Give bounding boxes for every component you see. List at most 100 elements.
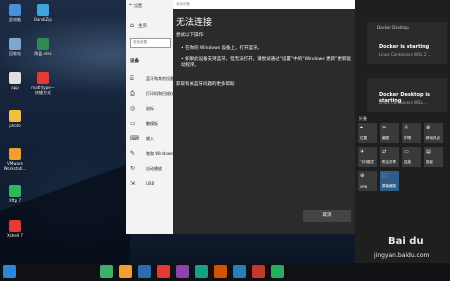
pen-icon: ✎: [130, 150, 136, 157]
quick-action-icon: ✈: [360, 149, 365, 155]
watermark-logo: Bai du: [388, 236, 424, 247]
desktop-app-icon: [9, 72, 21, 84]
taskbar-app-icon[interactable]: [195, 265, 208, 278]
usb-icon: ⇲: [130, 180, 136, 187]
dialog-bullet-1: • 在你的 Windows 设备上，打开蓝牙。: [181, 46, 263, 51]
keyboard-icon: ⌨: [130, 135, 139, 142]
quick-action-tile[interactable]: ✂ 截图: [380, 123, 399, 143]
desktop-app-icon: [9, 185, 21, 197]
desktop-app-icon: [9, 38, 21, 50]
desktop-icon[interactable]: photo: [2, 110, 28, 128]
sidebar-item-label: 触摸板: [146, 121, 158, 126]
quick-action-tile[interactable]: ▭ 连接: [402, 147, 421, 167]
taskbar-app-icon[interactable]: [214, 265, 227, 278]
quick-action-icon: ⌖: [360, 125, 363, 131]
sidebar-item[interactable]: ▭ 触摸板: [129, 119, 173, 129]
quick-action-tile[interactable]: ⊛ 移动热点: [424, 123, 443, 143]
quick-action-label: 附近共享: [382, 160, 396, 164]
sidebar-item-label: 鼠标: [146, 106, 154, 111]
home-icon[interactable]: ⌂: [130, 22, 134, 29]
taskbar-app-icon[interactable]: [17, 265, 30, 278]
sidebar-item[interactable]: ⇲ USB: [129, 179, 173, 189]
desktop-icon[interactable]: app: [2, 72, 28, 90]
desktop-icon[interactable]: mathtype一快捷方式: [30, 72, 56, 95]
touchpad-icon: ▭: [130, 120, 136, 127]
desktop-icon[interactable]: VMware Workstati...: [2, 148, 28, 171]
desktop-icon[interactable]: 回收站: [2, 38, 28, 56]
help-link[interactable]: 获取有关蓝牙问题的更多帮助: [176, 81, 235, 87]
cannot-connect-dialog: 添加设备 无法连接 尝试以下操作: • 在你的 Windows 设备上，打开蓝牙…: [173, 0, 355, 234]
notification-card[interactable]: Docker Desktop is starting Linux Contain…: [367, 78, 447, 112]
desktop-icon[interactable]: Xshell 7: [2, 220, 28, 238]
desktop-icon[interactable]: 陈盈.xlsx: [30, 38, 56, 56]
taskbar-app-icon[interactable]: [157, 265, 170, 278]
watermark-url: jingyan.baidu.com: [374, 252, 430, 259]
taskbar-app-icon[interactable]: [138, 265, 151, 278]
settings-search-input[interactable]: 查找设置: [130, 38, 171, 48]
back-arrow-icon[interactable]: ←: [129, 2, 133, 8]
quick-action-tile[interactable]: ⬚ 屏幕截图: [380, 171, 399, 191]
sidebar-item[interactable]: ⎙ 打印机和扫描仪: [129, 89, 174, 99]
desktop-icon-label: mathtype一快捷方式: [31, 85, 55, 95]
quick-action-icon: ⬚: [382, 173, 387, 179]
taskbar-app-icon[interactable]: [31, 265, 44, 278]
desktop-icon-label: BandiZip: [34, 17, 52, 22]
quick-action-label: 屏幕截图: [382, 184, 396, 188]
section-heading: 设备: [130, 59, 139, 64]
quick-action-label: 移动热点: [426, 136, 440, 140]
notification-card[interactable]: Docker Desktop Docker is starting Linux …: [367, 22, 447, 64]
taskbar-app-icon[interactable]: [252, 265, 265, 278]
quick-action-tile[interactable]: ▤ 投影: [424, 147, 443, 167]
desktop-app-icon: [9, 220, 21, 232]
quick-action-tile[interactable]: ⌖ 位置: [358, 123, 377, 143]
sidebar-item-label: 自动播放: [146, 166, 162, 171]
desktop-icon[interactable]: Xftp 7: [2, 185, 28, 203]
quick-action-label: VPN: [360, 185, 368, 189]
dialog-title: 无法连接: [176, 18, 213, 28]
quick-action-icon: ⇄: [382, 149, 387, 155]
sidebar-item[interactable]: ↻ 自动播放: [129, 164, 173, 174]
sidebar-item[interactable]: ⌨ 输入: [129, 134, 173, 144]
quick-action-label: 飞行模式: [360, 160, 374, 164]
taskbar-app-icon[interactable]: [271, 265, 284, 278]
quick-action-tile[interactable]: ☼ 护眼: [402, 123, 421, 143]
quick-action-tile[interactable]: ⇄ 附近共享: [380, 147, 399, 167]
quick-action-label: 投影: [426, 160, 433, 164]
taskbar-app-icon[interactable]: [176, 265, 189, 278]
quick-action-tile[interactable]: ⊕ VPN: [358, 171, 377, 191]
settings-window: ← 设置 ⌂ 主页 查找设置 设备 ⌸ 蓝牙和其他设备 ⎙ 打印机和扫描仪 ◎ 鼠标 ▭ 触摸…: [126, 0, 355, 234]
quick-action-icon: ⊕: [360, 173, 365, 179]
sidebar-item-label: USB: [146, 181, 155, 186]
desktop-icon-label: app: [11, 85, 19, 90]
taskbar-app-icon[interactable]: [119, 265, 132, 278]
desktop-icon-label: Xftp 7: [8, 198, 21, 203]
quick-action-tile[interactable]: ✈ 飞行模式: [358, 147, 377, 167]
sidebar-item[interactable]: ◎ 鼠标: [129, 104, 173, 114]
quick-actions-collapse[interactable]: 折叠: [359, 116, 367, 122]
quick-action-label: 截图: [382, 136, 389, 140]
desktop-icon-label: VMware Workstati...: [3, 161, 27, 171]
home-link[interactable]: 主页: [138, 23, 147, 29]
quick-action-icon: ▤: [426, 149, 431, 155]
taskbar: [0, 263, 450, 281]
desktop-app-icon: [37, 72, 49, 84]
dialog-header-bar: 添加设备: [173, 0, 355, 9]
taskbar-app-icon[interactable]: [100, 265, 113, 278]
desktop-icon[interactable]: BandiZip: [30, 4, 56, 22]
sidebar-item[interactable]: ✎ 笔和 Windows Ink: [129, 149, 180, 159]
notification-app: Docker Desktop: [377, 25, 409, 30]
desktop-icon-label: 陈盈.xlsx: [34, 51, 52, 56]
sidebar-item-label: 打印机和扫描仪: [146, 91, 174, 96]
desktop-icon[interactable]: 此电脑: [2, 4, 28, 22]
desktop-app-icon: [9, 110, 21, 122]
desktop-app-icon: [37, 38, 49, 50]
sidebar-item-label: 输入: [146, 136, 154, 141]
sidebar-item[interactable]: ⌸ 蓝牙和其他设备: [129, 74, 174, 84]
desktop-app-icon: [9, 148, 21, 160]
taskbar-app-icon[interactable]: [3, 265, 16, 278]
quick-action-label: 护眼: [404, 136, 411, 140]
desktop-icon-label: photo: [9, 123, 21, 128]
taskbar-app-icon[interactable]: [233, 265, 246, 278]
printer-icon: ⎙: [130, 90, 135, 97]
cancel-button[interactable]: 取消: [303, 210, 351, 222]
